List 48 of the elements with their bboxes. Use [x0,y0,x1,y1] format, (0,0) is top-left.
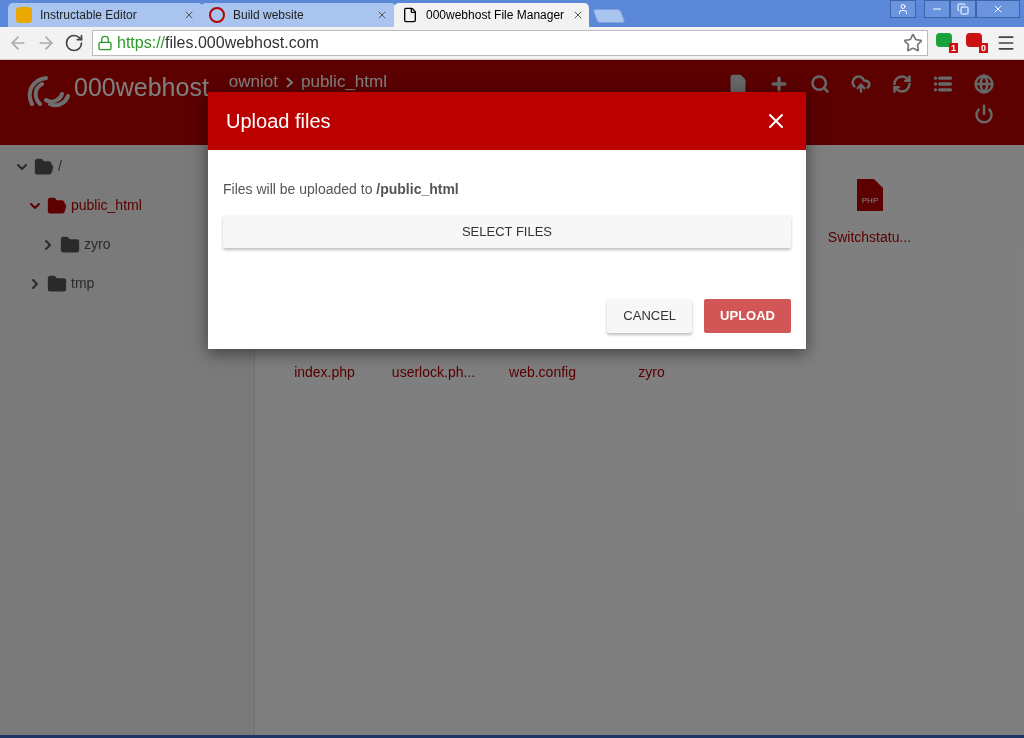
user-button[interactable] [890,0,916,18]
list-view-icon[interactable] [933,74,953,94]
dialog-title: Upload files [226,109,331,134]
cancel-button[interactable]: CANCEL [607,299,693,333]
file-name[interactable]: index.php [294,362,355,383]
upload-icon[interactable] [851,74,871,94]
file-name[interactable]: zyro [638,362,665,383]
close-icon[interactable] [183,9,195,21]
address-bar[interactable]: https://files.000webhost.com [92,30,928,56]
reload-icon[interactable] [64,33,84,53]
folder-icon [47,273,67,294]
logo-text: 000webhost [74,72,209,102]
folder-icon [60,234,80,255]
breadcrumb-link[interactable]: public_html [300,72,387,92]
close-icon[interactable] [376,9,388,21]
plus-icon[interactable] [769,74,789,94]
file-name[interactable]: web.config [509,362,576,383]
power-icon[interactable] [974,104,994,124]
new-file-icon[interactable] [728,74,748,94]
tree-item[interactable]: public_html [71,195,142,216]
user-icon [897,3,909,15]
folder-icon [34,156,54,177]
breadcrumb-link[interactable]: owniot [228,72,278,92]
menu-icon[interactable] [996,33,1016,53]
chevron-icon [285,76,293,88]
restore-button[interactable] [950,0,976,18]
folder-icon [47,195,67,216]
tree-item[interactable]: tmp [71,273,95,294]
file-name[interactable]: Switchstatu... [827,227,912,248]
upload-button[interactable]: UPLOAD [704,299,791,333]
new-tab-button[interactable] [592,9,626,23]
refresh-icon[interactable] [892,74,912,94]
restore-icon [957,3,969,15]
select-files-button[interactable]: SELECT FILES [223,215,791,248]
tree-item[interactable]: / [58,156,62,177]
globe-icon[interactable] [974,74,994,94]
browser-tab[interactable]: Build website [201,3,396,27]
close-icon [992,3,1004,15]
page-icon [402,7,418,23]
upload-destination-text: Files will be uploaded to /public_html [223,180,460,199]
browser-tab[interactable]: 000webhost File Manager [394,3,589,27]
tree-item[interactable]: zyro [84,234,111,255]
minimize-button[interactable] [924,0,950,18]
search-icon[interactable] [810,74,830,94]
php-file-icon[interactable]: PHP [856,179,883,211]
file-name[interactable]: userlock.ph... [391,362,476,383]
close-button[interactable] [976,0,1020,18]
browser-tab[interactable]: Instructable Editor [8,3,203,27]
